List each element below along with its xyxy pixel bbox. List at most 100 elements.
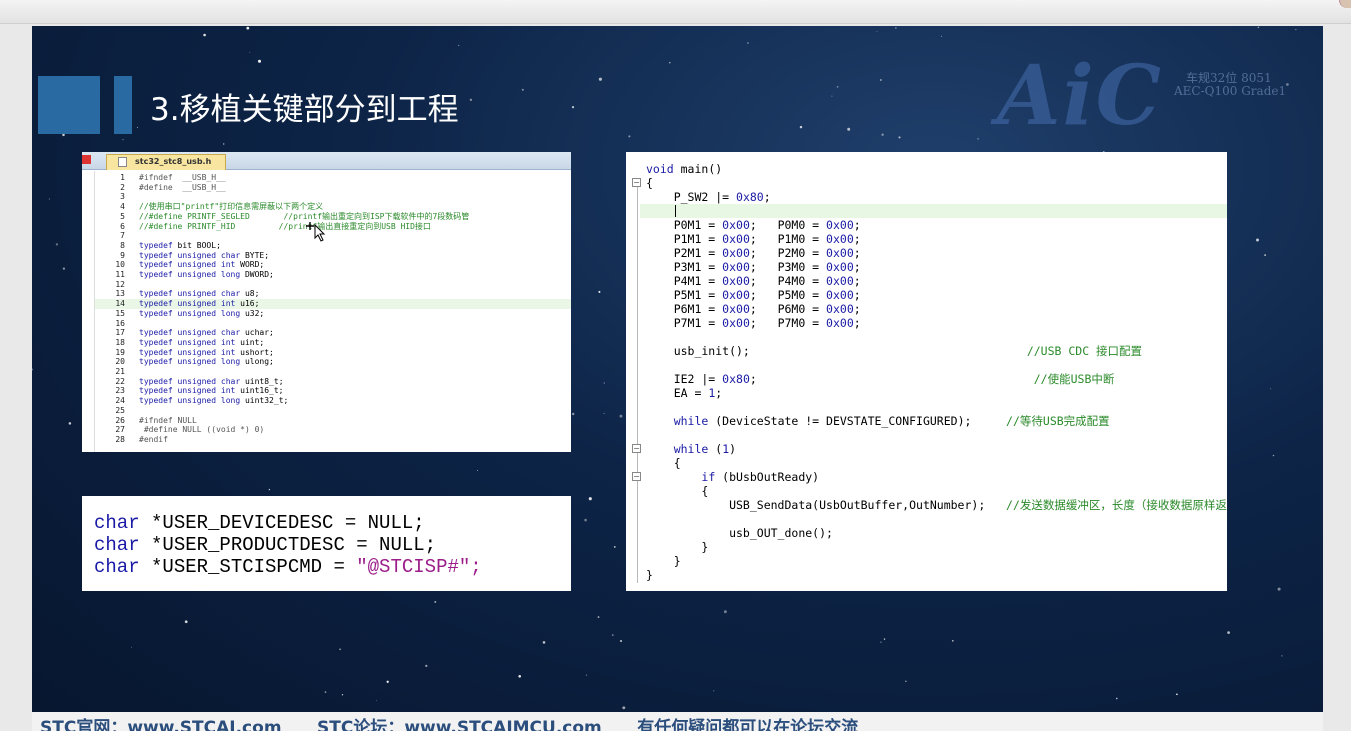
code-token: typedef unsigned long <box>139 357 241 367</box>
code-token: ; <box>853 246 861 260</box>
char-declaration-line: char *USER_STCISPCMD = "@STCISP#"; <box>94 556 482 578</box>
code-token: uint; <box>235 337 265 347</box>
code-token: ) <box>729 442 737 456</box>
star <box>619 414 623 418</box>
brand-tagline-2: AEC-Q100 Grade1 <box>1174 84 1287 98</box>
code-token: typedef unsigned int <box>139 347 236 357</box>
line-number: 13 <box>115 289 125 299</box>
code-token: //发送数据缓冲区，长度（接收数据原样返回，用于测试） <box>1006 498 1227 512</box>
code-token: u8; <box>240 289 260 299</box>
code-token: ; P3M0 = <box>749 260 827 274</box>
code-token: #define NULL ((void *) 0) <box>139 425 265 435</box>
code-token: BYTE; <box>240 250 270 260</box>
code-token: 0x00 <box>722 288 750 302</box>
code-token: typedef unsigned long <box>139 270 241 279</box>
file-icon <box>118 157 127 167</box>
code-token: 0x80 <box>722 372 750 386</box>
string-literal: "@STCISP#"; <box>356 556 482 578</box>
line-number: 8 <box>120 240 125 250</box>
star <box>476 469 479 472</box>
code-token: uint8_t; <box>240 376 284 386</box>
star <box>1257 26 1260 29</box>
code-line: { <box>646 176 653 190</box>
code-token: bit BOOL; <box>172 240 221 250</box>
code-line: EA = 1; <box>646 386 723 400</box>
code-token: (bUsbOutReady) <box>715 470 820 484</box>
code-token: //使能USB中断 <box>1033 372 1115 386</box>
char-declaration-line: char *USER_PRODUCTDESC = NULL; <box>94 534 436 556</box>
code-token: ; P0M0 = <box>749 218 827 232</box>
code-line: 2 #define __USB_H__ <box>95 183 571 193</box>
code-token: #ifndef NULL <box>139 415 197 425</box>
star <box>458 44 460 46</box>
star <box>622 706 626 710</box>
code-line: 22 typedef unsigned char uint8_t; <box>95 377 571 387</box>
footer-text: STC官网：www.STCAI.com STC论坛：www.STCAIMCU.c… <box>40 718 859 731</box>
code-token: //#define PRINTF_HID //printf输出直接重定向到USB… <box>139 221 431 231</box>
slide-title: 3.移植关键部分到工程 <box>150 92 459 128</box>
code-line: P5M1 = 0x00; P5M0 = 0x00; <box>646 288 861 302</box>
close-icon[interactable] <box>82 155 91 164</box>
code-line: P7M1 = 0x00; P7M0 = 0x00; <box>646 316 861 330</box>
star <box>203 33 206 37</box>
code-token: u32; <box>240 308 265 318</box>
star <box>977 138 979 140</box>
star <box>905 680 907 682</box>
line-number: 21 <box>115 367 125 376</box>
code-token: ; <box>853 218 861 232</box>
fold-toggle-icon[interactable]: − <box>632 444 641 453</box>
line-number: 3 <box>120 192 125 202</box>
code-token: usb_OUT_done(); <box>646 526 833 540</box>
code-line: 11 typedef unsigned long DWORD; <box>95 270 571 280</box>
code-line: 19 typedef unsigned int ushort; <box>95 348 571 358</box>
star <box>880 641 882 643</box>
star <box>48 198 50 200</box>
code-token: P0M1 = <box>646 218 723 232</box>
star <box>469 98 473 102</box>
code-token: 0x80 <box>736 190 764 204</box>
code-token: //USB CDC 接口配置 <box>1026 344 1143 358</box>
code-token: ; P1M0 = <box>749 232 827 246</box>
star <box>1176 693 1178 696</box>
title-accent-block <box>38 76 100 134</box>
star <box>669 61 671 64</box>
line-number: 9 <box>120 250 125 260</box>
code-token: uint32_t; <box>240 396 289 406</box>
code-token: WORD; <box>235 260 265 270</box>
fold-toggle-icon[interactable]: − <box>632 178 641 187</box>
fold-toggle-icon[interactable]: − <box>632 472 641 481</box>
code-line: 3 <box>95 192 571 202</box>
star <box>184 620 188 624</box>
code-token: main() <box>673 162 723 176</box>
star <box>603 412 605 414</box>
code-token: ; P4M0 = <box>749 274 827 288</box>
code-token: typedef unsigned char <box>139 250 241 260</box>
code-token: typedef unsigned int <box>139 260 236 270</box>
star <box>324 691 327 693</box>
star <box>571 106 575 109</box>
code-token: { <box>646 176 653 190</box>
code-line: void main() <box>646 162 722 176</box>
code-line: P1M1 = 0x00; P1M0 = 0x00; <box>646 232 861 246</box>
line-number: 20 <box>115 357 125 367</box>
star <box>584 518 587 522</box>
star <box>1227 631 1230 634</box>
star <box>521 88 524 91</box>
code-token: ; <box>853 232 861 246</box>
star <box>571 412 575 416</box>
code-token: } <box>646 568 653 582</box>
star <box>386 680 389 683</box>
code-token: } <box>646 554 681 568</box>
star <box>881 133 884 136</box>
code-token: P4M1 = <box>646 274 723 288</box>
star <box>619 639 623 643</box>
file-tab[interactable]: stc32_stc8_usb.h <box>106 154 227 170</box>
mouse-pointer-icon <box>306 222 326 242</box>
line-number: 6 <box>120 221 125 231</box>
code-line: 6 //#define PRINTF_HID //printf输出直接重定向到US… <box>95 222 571 232</box>
code-token: typedef unsigned int <box>139 386 236 396</box>
star <box>542 641 546 644</box>
star <box>122 139 124 141</box>
code-line: } <box>646 568 653 582</box>
